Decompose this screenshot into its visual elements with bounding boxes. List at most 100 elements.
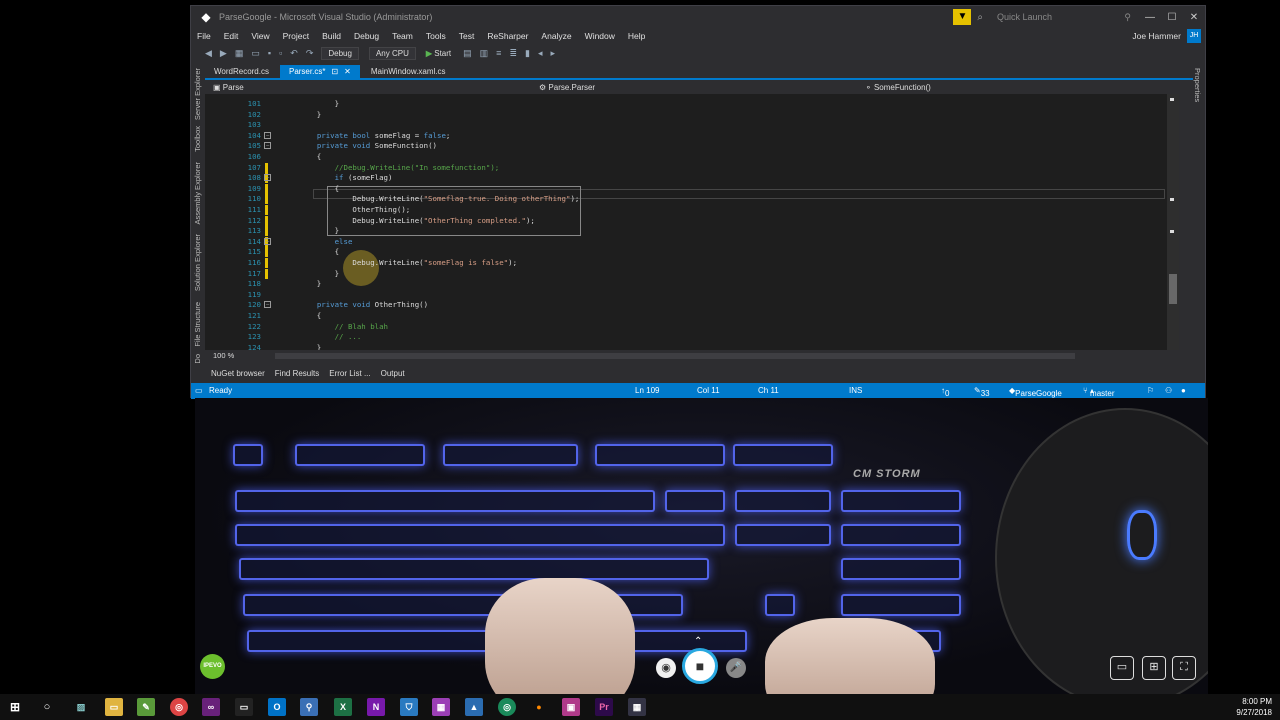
fullscreen-icon[interactable]: ⛶ [1172,656,1196,680]
vs-blend-icon[interactable]: ▦ [628,698,646,716]
pin-icon[interactable]: ⊡ [331,67,338,76]
tab-find-results[interactable]: Find Results [275,369,319,378]
shield-icon[interactable]: ⛉ [400,698,418,716]
code-editor[interactable]: 101 } 102 } 103 104− private bool someFlag … [205,94,1167,350]
project-dropdown[interactable]: ▣ Parse [213,83,244,92]
terminal-icon[interactable]: ▭ [235,698,253,716]
notification-filter-icon[interactable]: ▼ [953,9,972,25]
notepad-icon[interactable]: ✎ [137,698,155,716]
notifications-icon[interactable]: ⚐ [1147,386,1154,395]
file-explorer-icon[interactable]: ▭ [105,698,123,716]
minimize-button[interactable]: — [1139,12,1161,23]
vertical-scrollbar[interactable] [1167,94,1179,350]
pink-app-icon[interactable]: ▣ [562,698,580,716]
back-icon[interactable]: ◀ [205,48,212,59]
chrome-icon[interactable]: ◎ [170,698,188,716]
pending-changes[interactable]: ✎ 33 [974,386,990,398]
open-file-icon[interactable]: ▭ [251,48,260,59]
menu-resharper[interactable]: ReSharper [487,31,528,41]
taskbar-app-icon[interactable]: ▨ [72,698,90,716]
onenote-icon[interactable]: N [367,698,385,716]
code-line[interactable]: private bool someFlag = false; [299,131,451,140]
code-line[interactable]: Debug.WriteLine("someFlag is false"); [299,258,517,267]
undo-icon[interactable]: ↶ [290,48,298,59]
code-line[interactable]: //Debug.WriteLine("In somefunction"); [299,163,500,172]
close-button[interactable]: ✕ [1183,12,1205,23]
search-app-icon[interactable]: ⚲ [300,698,318,716]
solution-explorer-tab[interactable]: Solution Explorer [193,234,202,291]
menu-view[interactable]: View [251,31,269,41]
menu-window[interactable]: Window [585,31,615,41]
tab-output[interactable]: Output [381,369,405,378]
feedback-smile-icon[interactable]: ⚇ [1165,386,1172,395]
user-name[interactable]: Joe Hammer [1132,31,1181,41]
microphone-icon[interactable]: 🎤 [726,658,746,678]
media-app-icon[interactable]: ▦ [432,698,450,716]
unpushed-commits[interactable]: ↑ 0 [941,386,949,398]
book-view-icon[interactable]: ▭ [1110,656,1134,680]
toolbar-icon-a[interactable]: ▤ [463,48,472,59]
maximize-button[interactable]: ☐ [1161,12,1183,23]
tab-parser[interactable]: Parser.cs* ⊡ ✕ [279,65,360,78]
tab-error-list[interactable]: Error List ... [329,369,370,378]
comment-icon[interactable]: ≡ [496,48,501,58]
menu-project[interactable]: Project [283,31,309,41]
code-line[interactable]: OtherThing(); [299,205,410,214]
toolbar-icon-b[interactable]: ▥ [480,48,489,59]
green-app-icon[interactable]: ◎ [498,698,516,716]
feedback-icon[interactable]: ⌕ [977,12,983,23]
menu-tools[interactable]: Tools [426,31,446,41]
code-line[interactable]: } [299,269,339,278]
code-line[interactable]: } [299,110,321,119]
cortana-icon[interactable]: ○ [38,698,56,716]
collapse-region-icon[interactable]: − [264,237,271,245]
code-line[interactable]: { [299,311,321,320]
code-line[interactable]: else [299,237,353,246]
code-line[interactable]: private void SomeFunction() [299,141,437,150]
platform-select[interactable]: Any CPU [368,46,416,60]
redo-icon[interactable]: ↷ [306,48,314,59]
scrollbar-thumb[interactable] [1169,274,1177,304]
file-structure-tab[interactable]: File Structure [193,302,202,347]
new-project-icon[interactable]: ▦ [235,48,244,59]
fire-app-icon[interactable]: ● [530,698,548,716]
bookmark-next-icon[interactable]: ▸ [550,48,555,59]
do-tab[interactable]: Do [193,354,202,364]
zoom-level[interactable]: 100 % [213,351,234,360]
code-line[interactable]: { [299,184,339,193]
collapse-region-icon[interactable]: − [264,131,271,139]
code-line[interactable]: // ... [299,332,362,341]
menu-file[interactable]: File [197,31,211,41]
code-line[interactable]: private void OtherThing() [299,300,428,309]
grid-view-icon[interactable]: ⊞ [1142,656,1166,680]
code-line[interactable]: } [299,226,339,235]
installer-icon[interactable]: ▲ [465,698,483,716]
camera-snapshot-icon[interactable]: ◉ [656,658,676,678]
start-button[interactable]: ▶ Start [426,49,451,58]
toolbox-tab[interactable]: Toolbox [193,126,202,152]
menu-build[interactable]: Build [322,31,341,41]
menu-help[interactable]: Help [628,31,645,41]
code-line[interactable]: { [299,152,321,161]
taskbar-clock[interactable]: 8:00 PM 9/27/2018 [1236,696,1272,718]
menu-analyze[interactable]: Analyze [541,31,571,41]
class-dropdown[interactable]: ⚙ Parse.Parser [539,83,595,92]
bookmark-icon[interactable]: ▮ [525,48,530,59]
menu-edit[interactable]: Edit [224,31,239,41]
ipevo-badge[interactable]: IPEVO [200,654,225,679]
user-avatar[interactable]: JH [1187,29,1201,43]
tab-wordrecord[interactable]: WordRecord.cs [205,65,278,78]
save-all-icon[interactable]: ▫ [279,48,282,58]
tab-nuget-browser[interactable]: NuGet browser [211,369,265,378]
expand-up-icon[interactable]: ⌃ [694,636,702,647]
branch-selector[interactable]: ⑂ master ▴ [1083,386,1114,398]
collapse-region-icon[interactable]: − [264,301,271,309]
code-line[interactable]: { [299,247,339,256]
code-line[interactable]: Debug.WriteLine("Someflag-true. Doing ot… [299,194,579,203]
menu-debug[interactable]: Debug [354,31,379,41]
code-line[interactable]: } [299,279,321,288]
configuration-select[interactable]: Debug [321,46,359,60]
quick-launch-input[interactable]: Quick Launch ⚲ [991,9,1131,25]
video-record-icon[interactable]: ■ [682,648,718,684]
outlook-icon[interactable]: O [268,698,286,716]
